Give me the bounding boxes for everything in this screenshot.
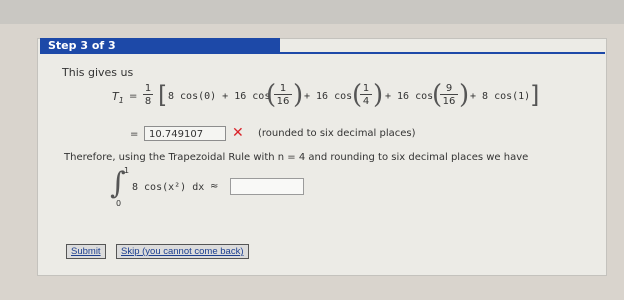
t1-label: T1 (112, 90, 124, 106)
submit-button[interactable]: Submit (66, 244, 106, 259)
header-divider (280, 52, 605, 54)
integral-lower-limit: 0 (116, 199, 122, 208)
sum-term-1: 8 cos(0) + 16 cos (168, 91, 271, 102)
fraction-1-4: 14 (360, 83, 372, 107)
paren-close-1: ) (293, 80, 304, 110)
paren-close-3: ) (459, 80, 470, 110)
paren-close-2: ) (373, 80, 384, 110)
background-strip (0, 0, 624, 24)
t1-answer-field[interactable]: 10.749107 (144, 126, 226, 141)
fraction-9-16: 9 16 (440, 83, 458, 107)
approx-sign: ≈ (210, 181, 219, 192)
integrand: 8 cos(x²) dx (132, 182, 205, 193)
therefore-text: Therefore, using the Trapezoidal Rule wi… (64, 152, 529, 163)
fraction-1-16: 1 16 (274, 83, 292, 107)
rounding-note: (rounded to six decimal places) (258, 128, 416, 139)
left-bracket: [ (158, 81, 168, 109)
answer-equals: = (130, 129, 139, 140)
skip-button[interactable]: Skip (you cannot come back) (116, 244, 249, 259)
equals-sign: = (129, 91, 138, 102)
integral-answer-input[interactable] (230, 178, 304, 195)
sum-term-4: + 8 cos(1) (470, 91, 531, 102)
integral-upper-limit: 1 (124, 166, 130, 175)
sum-term-3: + 16 cos (385, 91, 434, 102)
right-bracket: ] (530, 81, 540, 109)
incorrect-x-icon: ✕ (232, 125, 244, 141)
step-header: Step 3 of 3 (40, 38, 280, 54)
intro-text: This gives us (62, 66, 134, 79)
coefficient-fraction: 18 (143, 83, 153, 107)
sum-term-2: + 16 cos (304, 91, 353, 102)
